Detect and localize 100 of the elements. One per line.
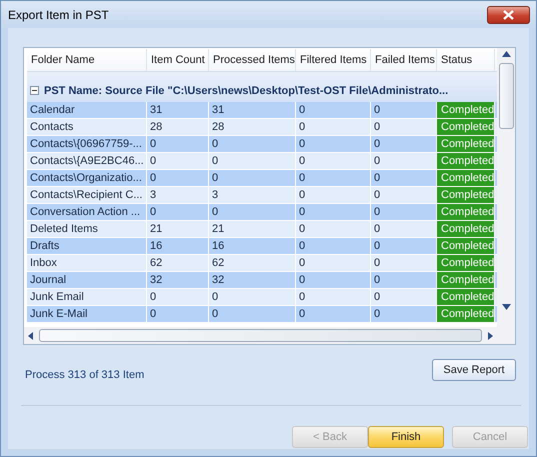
table-cell: 16 <box>147 238 209 254</box>
table-cell: Contacts\{A9E2BC46... <box>27 153 147 169</box>
scrollbar-thumb[interactable] <box>498 63 514 129</box>
table-cell: 0 <box>147 170 209 186</box>
group-label: PST Name: Source File "C:\Users\news\Desktop\Test-OST File\Administrato... <box>44 85 448 97</box>
table-row[interactable]: Contacts 28 28 0 0 Completed <box>27 119 497 136</box>
status-badge: Completed <box>437 102 495 118</box>
table-cell: 31 <box>209 102 296 118</box>
table-row[interactable]: Junk Email 0 0 0 0 Completed <box>27 289 497 306</box>
table-cell: Calendar <box>27 102 147 118</box>
table-cell: Drafts <box>27 238 147 254</box>
table-cell: 0 <box>147 136 209 152</box>
table-cell: 0 <box>296 255 371 271</box>
horizontal-scrollbar[interactable] <box>24 327 497 344</box>
table-cell: 28 <box>209 119 296 135</box>
status-badge: Completed <box>437 187 495 203</box>
status-badge: Completed <box>437 238 495 254</box>
table-cell: 21 <box>209 221 296 237</box>
table-cell: 0 <box>296 119 371 135</box>
table-cell: 0 <box>296 187 371 203</box>
table-cell: 0 <box>147 289 209 305</box>
table-cell: 0 <box>147 204 209 220</box>
scroll-down-icon[interactable] <box>502 304 510 310</box>
table-cell: 21 <box>147 221 209 237</box>
table-cell: 0 <box>209 306 296 322</box>
table-cell: 0 <box>209 170 296 186</box>
table-row[interactable]: Contacts\Recipient C... 3 3 0 0 Completed <box>27 187 497 204</box>
table-cell: 0 <box>147 306 209 322</box>
table-cell: 0 <box>296 306 371 322</box>
table-cell: 32 <box>147 272 209 288</box>
collapse-icon[interactable] <box>30 86 39 95</box>
table-cell: 32 <box>209 272 296 288</box>
table-row[interactable]: Drafts 16 16 0 0 Completed <box>27 238 497 255</box>
column-header[interactable]: Failed Items <box>371 49 437 71</box>
table-cell: 0 <box>296 272 371 288</box>
table-cell: 3 <box>209 187 296 203</box>
table-cell: Journal <box>27 272 147 288</box>
status-badge: Completed <box>437 136 495 152</box>
table-cell: 62 <box>147 255 209 271</box>
table-cell: 28 <box>147 119 209 135</box>
table-row[interactable]: Conversation Action ... 0 0 0 0 Completed <box>27 204 497 221</box>
progress-text: Process 313 of 313 Item <box>24 369 144 381</box>
table-cell: 0 <box>296 102 371 118</box>
table-cell: 0 <box>209 289 296 305</box>
table-row[interactable]: Calendar 31 31 0 0 Completed <box>27 102 497 119</box>
column-header[interactable]: Processed Items <box>209 49 296 71</box>
status-badge: Completed <box>437 153 495 169</box>
scroll-right-icon[interactable] <box>488 332 493 340</box>
table-cell: 0 <box>296 153 371 169</box>
table-cell: 0 <box>296 221 371 237</box>
table-row[interactable]: Contacts\{A9E2BC46... 0 0 0 0 Completed <box>27 153 497 170</box>
table-cell: 0 <box>296 238 371 254</box>
window-title: Export Item in PST <box>8 8 109 22</box>
column-header[interactable]: Status <box>437 49 495 71</box>
table-row[interactable]: Inbox 62 62 0 0 Completed <box>27 255 497 272</box>
table-cell: 0 <box>147 153 209 169</box>
table-cell: Contacts\Organizatio... <box>27 170 147 186</box>
scroll-left-icon[interactable] <box>28 332 33 340</box>
status-badge: Completed <box>437 221 495 237</box>
table-cell: Junk Email <box>27 289 147 305</box>
table-cell: Junk E-Mail <box>27 306 147 322</box>
table-row[interactable]: Journal 32 32 0 0 Completed <box>27 272 497 289</box>
table-cell: 62 <box>209 255 296 271</box>
table-cell: Deleted Items <box>27 221 147 237</box>
close-button[interactable] <box>487 6 530 24</box>
table-row[interactable]: Contacts\Organizatio... 0 0 0 0 Completed <box>27 170 497 187</box>
table-cell: 3 <box>147 187 209 203</box>
column-header[interactable]: Filtered Items <box>296 49 371 71</box>
table-cell: 0 <box>209 204 296 220</box>
status-badge: Completed <box>437 289 495 305</box>
column-header[interactable]: Item Count <box>147 49 209 71</box>
table-cell: 16 <box>209 238 296 254</box>
table-cell: 0 <box>296 289 371 305</box>
vertical-scrollbar[interactable] <box>497 48 515 327</box>
status-badge: Completed <box>437 119 495 135</box>
scrollbar-thumb[interactable] <box>39 329 482 342</box>
table-cell: 31 <box>147 102 209 118</box>
table-row[interactable]: Deleted Items 21 21 0 0 Completed <box>27 221 497 238</box>
table-cell: Contacts\Recipient C... <box>27 187 147 203</box>
table-cell: Inbox <box>27 255 147 271</box>
table-cell: Conversation Action ... <box>27 204 147 220</box>
table-row[interactable]: Junk E-Mail 0 0 0 0 Completed <box>27 306 497 323</box>
status-badge: Completed <box>437 204 495 220</box>
status-badge: Completed <box>437 255 495 271</box>
table-cell: Contacts\{06967759-... <box>27 136 147 152</box>
dialog-button[interactable]: Finish <box>368 426 444 448</box>
table-cell: 0 <box>209 153 296 169</box>
table-cell: 0 <box>296 136 371 152</box>
status-badge: Completed <box>437 306 495 322</box>
table-row[interactable]: Contacts\{06967759-... 0 0 0 0 Completed <box>27 136 497 153</box>
scroll-up-icon[interactable] <box>502 51 510 57</box>
save-report-button[interactable]: Save Report <box>432 359 516 381</box>
status-badge: Completed <box>437 272 495 288</box>
status-badge: Completed <box>437 170 495 186</box>
table-cell: Contacts <box>27 119 147 135</box>
column-header[interactable]: Folder Name <box>27 49 147 71</box>
table-cell: 0 <box>209 136 296 152</box>
table-cell: 0 <box>296 204 371 220</box>
close-icon <box>503 10 514 20</box>
table-cell: 0 <box>296 170 371 186</box>
